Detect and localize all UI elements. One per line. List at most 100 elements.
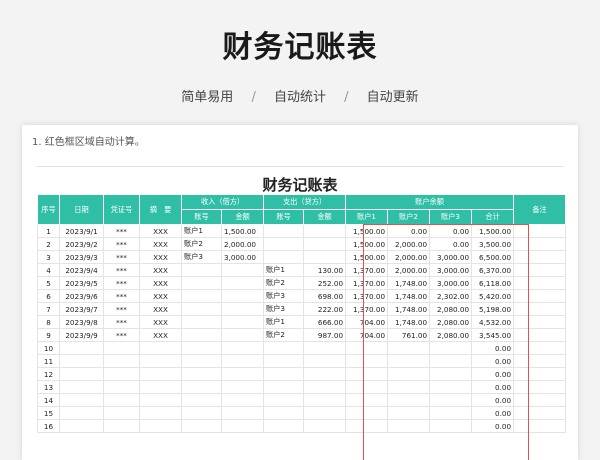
cell-total[interactable]: 6,370.00 (471, 263, 515, 277)
cell-out-amt[interactable] (303, 250, 347, 264)
cell-total[interactable]: 6,118.00 (471, 276, 515, 290)
cell-out-acct[interactable] (263, 380, 305, 394)
cell-voucher[interactable]: *** (103, 289, 140, 303)
cell-b3[interactable] (429, 406, 473, 420)
cell-b3[interactable]: 0.00 (429, 237, 473, 251)
cell-in-acct[interactable] (181, 393, 222, 407)
cell-b3[interactable]: 2,302.00 (429, 289, 473, 303)
cell-total[interactable]: 0.00 (471, 393, 515, 407)
cell-date[interactable]: 2023/9/3 (59, 250, 104, 264)
cell-b2[interactable]: 0.00 (387, 224, 431, 238)
cell-b3[interactable] (429, 367, 473, 381)
cell-date[interactable]: 2023/9/7 (59, 302, 104, 316)
cell-voucher[interactable] (103, 419, 140, 433)
cell-b1[interactable] (345, 354, 389, 368)
cell-remark[interactable] (513, 263, 567, 277)
cell-out-acct[interactable]: 账户1 (263, 315, 305, 329)
cell-out-acct[interactable]: 账户3 (263, 289, 305, 303)
cell-b1[interactable]: 1,370.00 (345, 302, 389, 316)
cell-b2[interactable]: 1,748.00 (387, 302, 431, 316)
cell-remark[interactable] (513, 393, 567, 407)
cell-in-acct[interactable] (181, 354, 222, 368)
cell-in-acct[interactable]: 账户2 (181, 237, 222, 251)
cell-b1[interactable]: 1,500.00 (345, 237, 389, 251)
cell-in-acct[interactable] (181, 276, 222, 290)
cell-in-acct[interactable] (181, 263, 222, 277)
cell-total[interactable]: 5,198.00 (471, 302, 515, 316)
cell-in-amt[interactable] (220, 315, 265, 329)
cell-voucher[interactable] (103, 380, 140, 394)
cell-remark[interactable] (513, 354, 567, 368)
cell-voucher[interactable]: *** (103, 315, 140, 329)
cell-summary[interactable]: XXX (139, 224, 182, 238)
cell-b2[interactable] (387, 367, 431, 381)
cell-in-amt[interactable] (220, 289, 265, 303)
cell-b3[interactable] (429, 341, 473, 355)
cell-in-acct[interactable] (181, 380, 222, 394)
cell-b1[interactable]: 1,500.00 (345, 224, 389, 238)
cell-summary[interactable] (139, 354, 182, 368)
cell-in-acct[interactable] (181, 367, 222, 381)
cell-summary[interactable]: XXX (139, 237, 182, 251)
cell-total[interactable]: 0.00 (471, 367, 515, 381)
cell-b2[interactable]: 1,748.00 (387, 276, 431, 290)
cell-in-amt[interactable]: 1,500.00 (220, 224, 265, 238)
cell-summary[interactable]: XXX (139, 328, 182, 342)
cell-b2[interactable]: 1,748.00 (387, 289, 431, 303)
cell-summary[interactable]: XXX (139, 250, 182, 264)
cell-out-amt[interactable] (303, 406, 347, 420)
cell-b1[interactable]: 1,370.00 (345, 289, 389, 303)
cell-out-acct[interactable] (263, 250, 305, 264)
cell-b3[interactable]: 0.00 (429, 224, 473, 238)
cell-out-amt[interactable]: 666.00 (303, 315, 347, 329)
cell-remark[interactable] (513, 224, 567, 238)
cell-voucher[interactable] (103, 393, 140, 407)
cell-seq[interactable]: 6 (37, 289, 60, 303)
cell-out-acct[interactable] (263, 406, 305, 420)
cell-b3[interactable] (429, 393, 473, 407)
cell-summary[interactable]: XXX (139, 276, 182, 290)
cell-out-amt[interactable]: 987.00 (303, 328, 347, 342)
cell-remark[interactable] (513, 315, 567, 329)
cell-in-acct[interactable] (181, 406, 222, 420)
cell-in-acct[interactable] (181, 289, 222, 303)
cell-b2[interactable]: 2,000.00 (387, 263, 431, 277)
cell-date[interactable] (59, 354, 104, 368)
cell-summary[interactable] (139, 380, 182, 394)
cell-voucher[interactable]: *** (103, 250, 140, 264)
cell-b3[interactable] (429, 419, 473, 433)
cell-out-acct[interactable] (263, 393, 305, 407)
cell-in-amt[interactable] (220, 263, 265, 277)
cell-b3[interactable]: 2,080.00 (429, 315, 473, 329)
cell-in-acct[interactable]: 账户1 (181, 224, 222, 238)
cell-summary[interactable] (139, 393, 182, 407)
cell-voucher[interactable] (103, 341, 140, 355)
cell-in-amt[interactable] (220, 341, 265, 355)
cell-b1[interactable] (345, 393, 389, 407)
cell-remark[interactable] (513, 380, 567, 394)
cell-summary[interactable] (139, 419, 182, 433)
cell-b1[interactable] (345, 367, 389, 381)
cell-summary[interactable] (139, 367, 182, 381)
cell-b3[interactable]: 3,000.00 (429, 250, 473, 264)
cell-seq[interactable]: 12 (37, 367, 60, 381)
cell-in-amt[interactable] (220, 302, 265, 316)
cell-voucher[interactable]: *** (103, 263, 140, 277)
cell-b2[interactable]: 2,000.00 (387, 250, 431, 264)
cell-summary[interactable]: XXX (139, 263, 182, 277)
cell-out-amt[interactable]: 222.00 (303, 302, 347, 316)
cell-remark[interactable] (513, 250, 567, 264)
cell-seq[interactable]: 4 (37, 263, 60, 277)
cell-remark[interactable] (513, 367, 567, 381)
cell-in-amt[interactable] (220, 276, 265, 290)
cell-date[interactable]: 2023/9/5 (59, 276, 104, 290)
cell-seq[interactable]: 10 (37, 341, 60, 355)
cell-total[interactable]: 0.00 (471, 380, 515, 394)
cell-b2[interactable] (387, 406, 431, 420)
cell-in-amt[interactable] (220, 393, 265, 407)
cell-in-acct[interactable] (181, 302, 222, 316)
cell-out-amt[interactable]: 130.00 (303, 263, 347, 277)
cell-in-amt[interactable] (220, 419, 265, 433)
cell-out-acct[interactable] (263, 237, 305, 251)
cell-b2[interactable] (387, 341, 431, 355)
